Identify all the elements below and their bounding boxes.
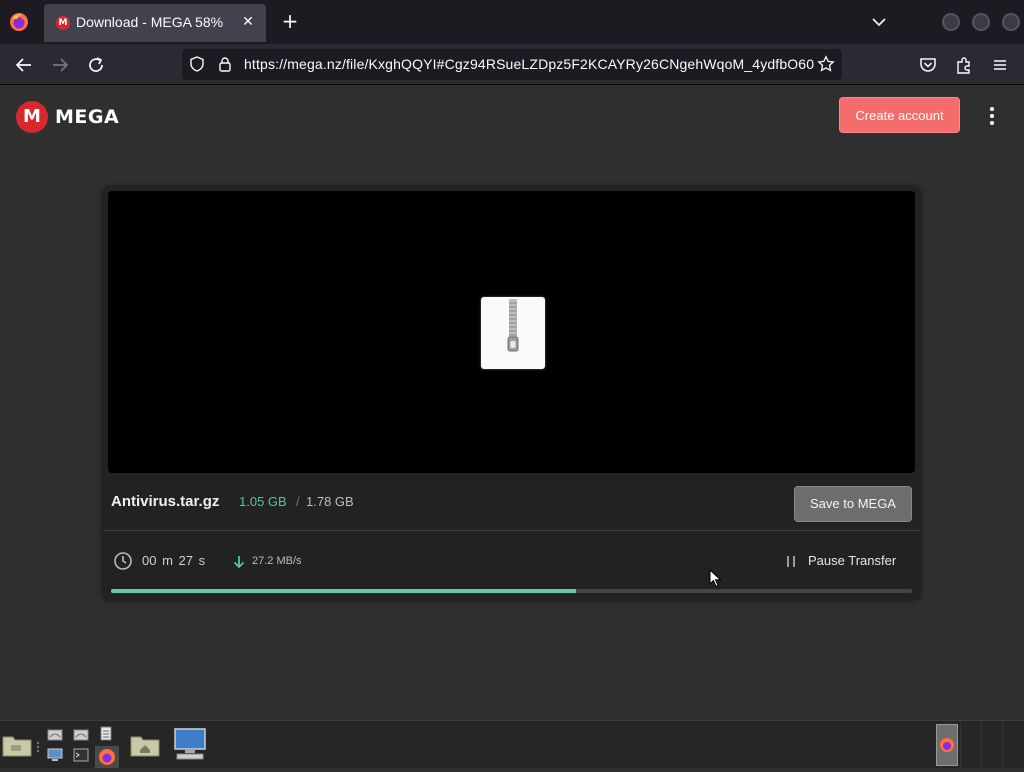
maximize-window-button[interactable] [972, 13, 990, 31]
total-size: 1.78 GB [306, 494, 354, 509]
transfer-row: 00 m 27 s 27.2 MB/s Pause Transfer [103, 532, 920, 600]
close-window-button[interactable] [1002, 13, 1020, 31]
downloaded-size: 1.05 GB [239, 494, 287, 509]
save-to-mega-button[interactable]: Save to MEGA [794, 486, 912, 522]
size-separator: / [296, 494, 300, 509]
mouse-cursor-icon [709, 568, 723, 589]
shield-icon[interactable] [188, 55, 206, 73]
tab-mega-download[interactable]: M Download - MEGA 58% ✕ [44, 4, 266, 42]
url-text[interactable]: https://mega.nz/file/KxghQQYI#Cgz94RSueL… [244, 56, 814, 72]
extensions-icon[interactable] [952, 53, 976, 77]
chevron-down-icon[interactable] [868, 12, 890, 32]
pocket-icon[interactable] [916, 53, 940, 77]
file-preview [108, 191, 915, 473]
reload-icon[interactable] [84, 53, 108, 77]
create-account-button[interactable]: Create account [839, 97, 960, 133]
firefox-menu-icon[interactable] [8, 11, 30, 33]
computer-icon[interactable] [173, 727, 207, 761]
clipboard-icon[interactable] [99, 725, 113, 741]
pause-icon[interactable] [786, 556, 796, 568]
workspace-button-4[interactable] [1002, 721, 1024, 769]
file-info-row: Antivirus.tar.gz 1.05 GB / 1.78 GB Save … [103, 473, 920, 531]
new-tab-icon[interactable]: + [278, 10, 302, 34]
mega-logo-icon: M [16, 101, 48, 133]
mega-favicon-icon: M [56, 16, 70, 30]
file-manager-icon[interactable] [2, 733, 32, 757]
home-folder-icon[interactable] [130, 733, 160, 757]
workspace-button-3[interactable] [981, 721, 1001, 769]
download-progress-fill [111, 589, 576, 593]
taskbar-separator [36, 739, 40, 753]
forward-arrow-icon[interactable] [48, 53, 72, 77]
monitor-small-icon[interactable] [47, 747, 63, 761]
tab-close-icon[interactable]: ✕ [238, 12, 258, 32]
wifi-icon[interactable] [73, 727, 89, 741]
firefox-window-button[interactable] [936, 724, 958, 766]
zip-archive-icon [481, 297, 545, 369]
back-arrow-icon[interactable] [12, 53, 36, 77]
terminal-icon[interactable] [73, 747, 89, 762]
download-card: Antivirus.tar.gz 1.05 GB / 1.78 GB Save … [103, 187, 920, 600]
bookmark-star-icon[interactable] [817, 55, 835, 73]
tab-title: Download - MEGA 58% [76, 14, 224, 30]
mega-logo-text: MEGA [55, 106, 120, 128]
lock-icon[interactable] [216, 55, 234, 73]
pause-transfer-button[interactable]: Pause Transfer [808, 553, 896, 568]
network-icon[interactable] [47, 727, 63, 741]
more-options-icon[interactable] [982, 104, 1002, 128]
download-progress-bar [111, 589, 912, 593]
firefox-taskbar-icon[interactable] [95, 746, 119, 768]
time-remaining: 00 m 27 s [142, 553, 206, 568]
mega-page: M MEGA Create account Antivirus.tar.gz 1… [0, 86, 1024, 720]
mega-logo[interactable]: M MEGA [16, 101, 119, 133]
browser-nav-bar: https://mega.nz/file/KxghQQYI#Cgz94RSueL… [0, 44, 1024, 85]
workspace-button-2[interactable] [960, 721, 980, 769]
download-arrow-icon [233, 554, 245, 569]
url-bar[interactable]: https://mega.nz/file/KxghQQYI#Cgz94RSueL… [182, 49, 842, 80]
download-speed: 27.2 MB/s [252, 555, 302, 567]
clock-icon [113, 551, 133, 571]
file-name: Antivirus.tar.gz [111, 493, 220, 510]
browser-tab-bar: M Download - MEGA 58% ✕ + [0, 0, 1024, 44]
desktop-taskbar [0, 720, 1024, 769]
minimize-window-button[interactable] [942, 13, 960, 31]
hamburger-menu-icon[interactable] [988, 53, 1012, 77]
